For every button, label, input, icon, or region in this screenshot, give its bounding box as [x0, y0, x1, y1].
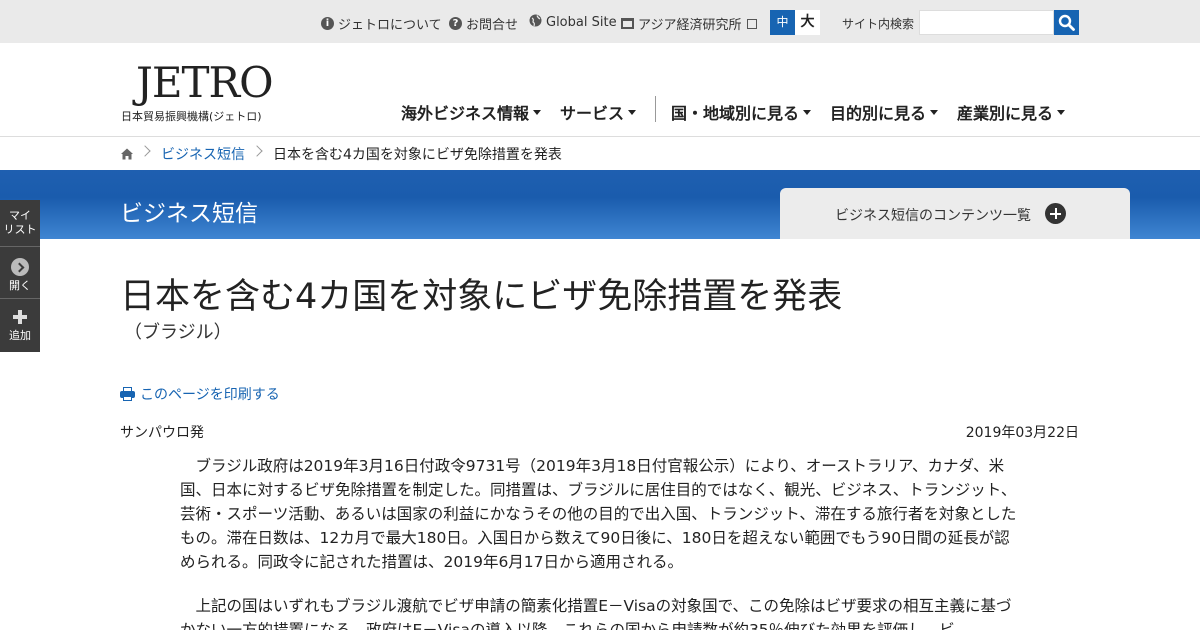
- jetro-logo[interactable]: JETRO 日本貿易振興機構(ジェトロ): [120, 58, 280, 128]
- nav-by-purpose[interactable]: 目的別に見る: [830, 100, 939, 124]
- contents-list-label: ビジネス短信のコンテンツ一覧: [835, 208, 1031, 224]
- nav-by-region[interactable]: 国・地域別に見る: [671, 100, 812, 124]
- article-paragraph: 上記の国はいずれもブラジル渡航でビザ申請の簡素化措置E－Visaの対象国で、この…: [180, 597, 1012, 630]
- caret-down-icon: [1057, 109, 1066, 115]
- about-jetro-link[interactable]: i ジェトロについて: [321, 14, 442, 33]
- building-icon: [621, 18, 634, 29]
- site-search-label: サイト内検索: [842, 17, 915, 31]
- global-site-label: Global Site: [546, 15, 617, 30]
- mylist-add-button[interactable]: 追加: [0, 308, 40, 343]
- search-icon: [1058, 14, 1075, 31]
- globe-icon: [529, 14, 542, 31]
- info-icon: i: [321, 17, 334, 30]
- breadcrumb-home-link[interactable]: [120, 146, 134, 160]
- contact-label: お問合せ: [466, 18, 519, 33]
- contact-link[interactable]: ? お問合せ: [449, 14, 518, 33]
- nav-services[interactable]: サービス: [560, 100, 637, 124]
- printer-icon: [120, 387, 135, 401]
- search-button[interactable]: [1054, 10, 1079, 35]
- chevron-right-circle-icon: [11, 258, 29, 276]
- nav-label: 目的別に見る: [830, 104, 927, 123]
- about-jetro-label: ジェトロについて: [338, 18, 442, 33]
- home-icon: [121, 148, 133, 160]
- font-size-large-button[interactable]: 大: [795, 10, 820, 35]
- sidebar-divider: [0, 298, 40, 299]
- nav-label: サービス: [560, 104, 625, 123]
- plus-circle-icon: [1045, 203, 1066, 224]
- ide-link[interactable]: アジア経済研究所: [621, 14, 758, 33]
- breadcrumb-separator: [251, 145, 263, 157]
- print-page-link[interactable]: このページを印刷する: [120, 384, 280, 404]
- nav-by-industry[interactable]: 産業別に見る: [957, 100, 1066, 124]
- nav-overseas-business[interactable]: 海外ビジネス情報: [401, 100, 542, 124]
- plus-icon: [11, 308, 29, 326]
- question-icon: ?: [449, 17, 462, 30]
- article-date: 2019年03月22日: [965, 425, 1079, 441]
- breadcrumb-current: 日本を含む4カ国を対象にビザ免除措置を発表: [273, 147, 562, 163]
- header-divider: [0, 136, 1200, 137]
- contents-list-tab[interactable]: ビジネス短信のコンテンツ一覧: [780, 188, 1130, 239]
- add-label: 追加: [9, 329, 31, 342]
- nav-label: 海外ビジネス情報: [401, 104, 530, 123]
- print-page-label: このページを印刷する: [140, 387, 280, 403]
- logo-subtitle: 日本貿易振興機構(ジェトロ): [121, 110, 262, 123]
- ide-label: アジア経済研究所: [638, 18, 742, 33]
- external-link-icon: [747, 18, 758, 29]
- logo-mark: JETRO: [136, 58, 274, 107]
- nav-label: 国・地域別に見る: [671, 104, 800, 123]
- article-region: （ブラジル）: [124, 322, 232, 343]
- global-site-link[interactable]: Global Site: [529, 14, 617, 31]
- article-dateline: サンパウロ発: [120, 425, 204, 441]
- open-label: 開く: [9, 279, 31, 292]
- mylist-text: マイ リスト: [3, 209, 37, 236]
- caret-down-icon: [533, 109, 542, 115]
- site-search-input[interactable]: [919, 10, 1054, 35]
- caret-down-icon: [628, 109, 637, 115]
- caret-down-icon: [930, 109, 939, 115]
- breadcrumb-section-link[interactable]: ビジネス短信: [161, 144, 245, 164]
- sidebar-divider: [0, 246, 40, 247]
- nav-divider: [655, 96, 656, 122]
- article-title: 日本を含む4カ国を対象にビザ免除措置を発表: [120, 277, 843, 317]
- nav-label: 産業別に見る: [957, 104, 1054, 123]
- mylist-open-button[interactable]: 開く: [0, 258, 40, 293]
- mylist-sidebar: マイ リスト 開く 追加: [0, 200, 40, 352]
- caret-down-icon: [803, 109, 812, 115]
- breadcrumb-separator: [139, 145, 151, 157]
- font-size-medium-button[interactable]: 中: [770, 10, 795, 35]
- mylist-label: マイ リスト: [0, 209, 40, 237]
- article-paragraph: ブラジル政府は2019年3月16日付政令9731号（2019年3月18日付官報公…: [180, 457, 1017, 571]
- section-title: ビジネス短信: [120, 201, 258, 227]
